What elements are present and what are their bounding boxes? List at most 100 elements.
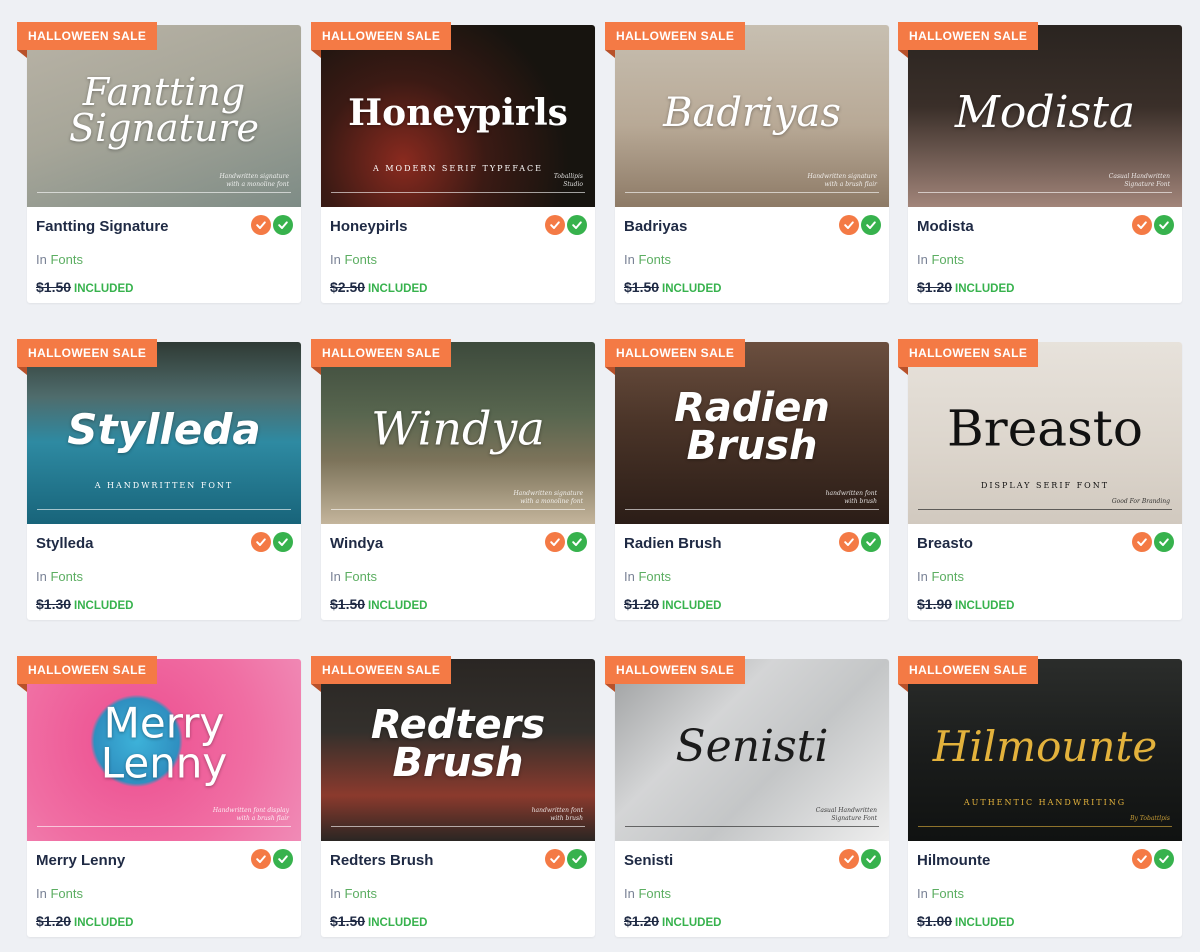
product-name-link[interactable]: Hilmounte: [917, 852, 990, 869]
product-name-link[interactable]: Merry Lenny: [36, 852, 125, 869]
price-row: $1.20 INCLUDED: [36, 913, 133, 931]
product-category: In Fonts: [330, 886, 377, 901]
sale-badge[interactable]: HALLOWEEN SALE: [898, 656, 1039, 684]
sale-badge[interactable]: HALLOWEEN SALE: [311, 656, 452, 684]
category-link[interactable]: Fonts: [638, 569, 671, 584]
thumbnail-note: Toballipis Studio: [553, 173, 583, 189]
sale-badge[interactable]: HALLOWEEN SALE: [17, 339, 158, 367]
product-thumbnail[interactable]: Windya Handwritten signature with a monol…: [321, 342, 595, 524]
product-name-link[interactable]: Modista: [917, 218, 974, 235]
sale-ribbon: HALLOWEEN SALE: [898, 22, 1039, 58]
check-icon: [567, 849, 587, 869]
category-link[interactable]: Fonts: [50, 886, 83, 901]
category-link[interactable]: Fonts: [344, 252, 377, 267]
thumbnail-note: Handwritten font display with a brush fl…: [212, 807, 289, 823]
category-link[interactable]: Fonts: [344, 569, 377, 584]
price-row: $1.20 INCLUDED: [917, 279, 1014, 297]
check-icon: [273, 215, 293, 235]
thumbnail-note: Casual Handwritten Signature Font: [1108, 173, 1170, 189]
sale-badge[interactable]: HALLOWEEN SALE: [311, 22, 452, 50]
thumbnail-divider: [331, 192, 585, 193]
thumbnail-divider: [37, 192, 291, 193]
price-row: $1.30 INCLUDED: [36, 596, 133, 614]
product-thumbnail[interactable]: Merry Lenny Handwritten font display with…: [27, 659, 301, 841]
thumbnail-font-title: Windya: [371, 401, 545, 456]
product-thumbnail[interactable]: Stylleda A HANDWRITTEN FONT: [27, 342, 301, 524]
product-thumbnail[interactable]: Radien Brush handwritten font with brush: [615, 342, 889, 524]
ribbon-fold: [311, 367, 321, 375]
thumbnail-font-title: Hilmounte: [932, 721, 1158, 771]
thumbnail-font-title: Redters Brush: [370, 701, 546, 786]
thumbnail-subtitle: DISPLAY SERIF FONT: [980, 481, 1110, 490]
sale-badge[interactable]: HALLOWEEN SALE: [605, 339, 746, 367]
thumbnail-divider: [625, 826, 879, 827]
included-label: INCLUDED: [662, 917, 722, 929]
product-name-link[interactable]: Redters Brush: [330, 852, 433, 869]
sale-badge[interactable]: HALLOWEEN SALE: [605, 22, 746, 50]
sale-ribbon: HALLOWEEN SALE: [17, 656, 158, 692]
thumbnail-subtitle: A MODERN SERIF TYPEFACE: [373, 164, 543, 173]
check-icon: [273, 849, 293, 869]
thumbnail-note: By Tobattlpis: [1130, 815, 1170, 823]
product-name-link[interactable]: Radien Brush: [624, 535, 722, 552]
sale-badge[interactable]: HALLOWEEN SALE: [898, 339, 1039, 367]
sale-ribbon: HALLOWEEN SALE: [605, 656, 746, 692]
thumbnail-font-title: Radien Brush: [674, 384, 830, 469]
old-price: $1.20: [917, 279, 953, 295]
product-status-icons: [839, 849, 881, 869]
product-category: In Fonts: [917, 252, 964, 267]
product-name-link[interactable]: Badriyas: [624, 218, 687, 235]
product-thumbnail[interactable]: Badriyas Handwritten signature with a bru…: [615, 25, 889, 207]
included-label: INCLUDED: [662, 283, 722, 295]
check-icon: [861, 532, 881, 552]
product-card: Windya Handwritten signature with a monol…: [311, 339, 595, 620]
thumbnail-note: handwritten font with brush: [531, 807, 583, 823]
check-icon: [567, 215, 587, 235]
category-prefix: In: [917, 886, 928, 901]
category-link[interactable]: Fonts: [931, 252, 964, 267]
check-icon: [567, 532, 587, 552]
product-name-link[interactable]: Breasto: [917, 535, 973, 552]
product-thumbnail[interactable]: Hilmounte AUTHENTIC HANDWRITING By Tobattl…: [908, 659, 1182, 841]
product-name-link[interactable]: Senisti: [624, 852, 673, 869]
category-link[interactable]: Fonts: [638, 886, 671, 901]
category-link[interactable]: Fonts: [638, 252, 671, 267]
sale-badge[interactable]: HALLOWEEN SALE: [17, 656, 158, 684]
product-category: In Fonts: [330, 252, 377, 267]
product-thumbnail[interactable]: Honeypirls A MODERN SERIF TYPEFACE Toballi…: [321, 25, 595, 207]
thumbnail-divider: [331, 826, 585, 827]
product-thumbnail[interactable]: Senisti Casual Handwritten Signature Font: [615, 659, 889, 841]
category-link[interactable]: Fonts: [50, 252, 83, 267]
check-icon: [861, 849, 881, 869]
sale-badge[interactable]: HALLOWEEN SALE: [17, 22, 158, 50]
ribbon-fold: [17, 50, 27, 58]
product-thumbnail[interactable]: Breasto DISPLAY SERIF FONT Good For Brandi…: [908, 342, 1182, 524]
product-category: In Fonts: [624, 569, 671, 584]
category-link[interactable]: Fonts: [50, 569, 83, 584]
category-link[interactable]: Fonts: [344, 886, 377, 901]
product-thumbnail[interactable]: Redters Brush handwritten font with brush: [321, 659, 595, 841]
sale-badge[interactable]: HALLOWEEN SALE: [898, 22, 1039, 50]
product-thumbnail[interactable]: Modista Casual Handwritten Signature Font: [908, 25, 1182, 207]
category-link[interactable]: Fonts: [931, 569, 964, 584]
thumbnail-font-title: Modista: [954, 86, 1136, 138]
thumbnail-divider: [331, 509, 585, 510]
product-category: In Fonts: [917, 569, 964, 584]
product-name-link[interactable]: Windya: [330, 535, 383, 552]
ribbon-fold: [898, 367, 908, 375]
sale-badge[interactable]: HALLOWEEN SALE: [605, 656, 746, 684]
price-row: $2.50 INCLUDED: [330, 279, 427, 297]
category-link[interactable]: Fonts: [931, 886, 964, 901]
product-card: Modista Casual Handwritten Signature Font…: [898, 22, 1182, 303]
category-prefix: In: [917, 252, 928, 267]
old-price: $1.90: [917, 596, 953, 612]
product-status-icons: [839, 215, 881, 235]
product-status-icons: [545, 215, 587, 235]
category-prefix: In: [330, 252, 341, 267]
product-name-link[interactable]: Stylleda: [36, 535, 94, 552]
product-thumbnail[interactable]: Fantting Signature Handwritten signature …: [27, 25, 301, 207]
old-price: $1.30: [36, 596, 72, 612]
product-name-link[interactable]: Honeypirls: [330, 218, 408, 235]
product-name-link[interactable]: Fantting Signature: [36, 218, 169, 235]
sale-badge[interactable]: HALLOWEEN SALE: [311, 339, 452, 367]
